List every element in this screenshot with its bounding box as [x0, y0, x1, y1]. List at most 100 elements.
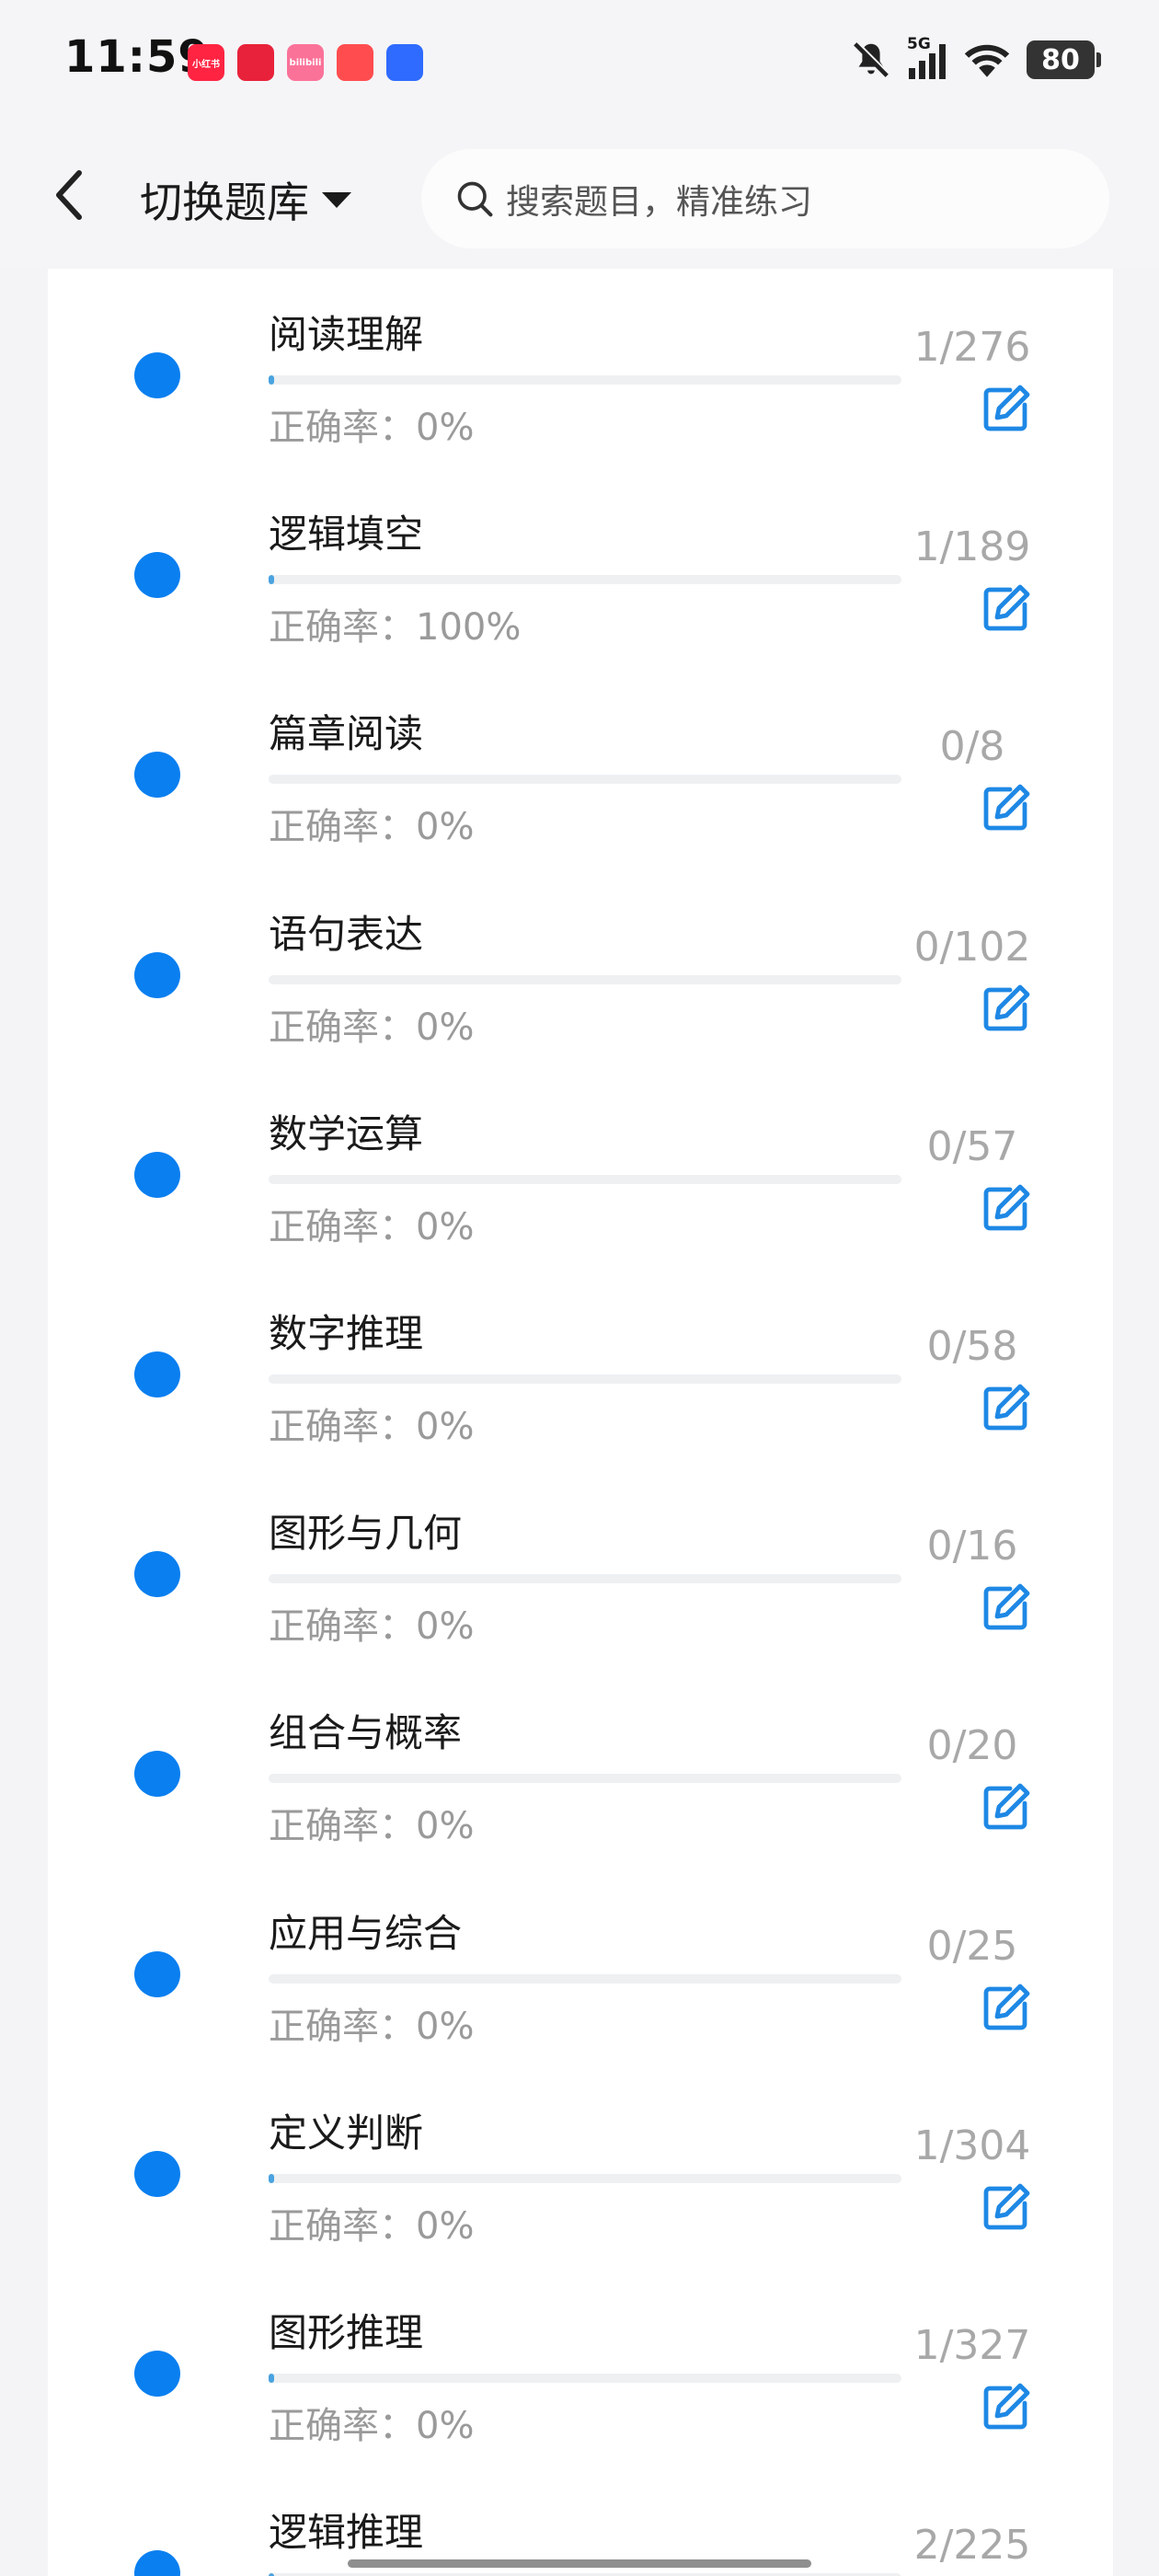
topic-status-dot [134, 1151, 180, 1198]
topic-row[interactable]: 阅读理解 正确率：0% 1/276 [48, 267, 1113, 466]
topic-progress-fill [269, 375, 274, 385]
topic-row[interactable]: 应用与综合 正确率：0% 0/25 [48, 1866, 1113, 2065]
topic-status-dot [134, 1351, 180, 1397]
topic-count: 0/58 [926, 1323, 1018, 1370]
topic-accuracy: 正确率：0% [269, 1205, 475, 1248]
search-placeholder: 搜索题目，精准练习 [506, 182, 812, 222]
practice-edit-button[interactable] [981, 983, 1032, 1034]
topic-title: 数学运算 [269, 1110, 424, 1156]
caret-down-icon [322, 191, 351, 208]
edit-icon [983, 1384, 1030, 1431]
heart-app-icon [237, 44, 274, 81]
topic-status-dot [134, 2150, 180, 2197]
topic-title: 定义判断 [269, 2110, 424, 2156]
notification-app-icons: 小红书 bilibili [188, 44, 423, 81]
topic-progress-bar [269, 1374, 901, 1384]
signal-5g-icon: 5G [907, 35, 947, 81]
topic-accuracy: 正确率：0% [269, 806, 475, 849]
topic-progress-bar [269, 1174, 901, 1184]
topic-title: 组合与概率 [269, 1710, 463, 1756]
bilibili-app-icon: bilibili [287, 44, 324, 81]
topic-count: 1/189 [913, 523, 1031, 571]
topic-row[interactable]: 组合与概率正确率：0% 0/20 [48, 1665, 1113, 1865]
topic-progress-bar [269, 2374, 901, 2383]
search-icon [457, 181, 493, 217]
xiaohongshu-app-icon: 小红书 [188, 44, 224, 81]
topic-count: 1/304 [913, 2122, 1031, 2169]
topic-progress-bar [269, 575, 901, 585]
status-bar: 11:59 小红书 bilibili 5G 80 [0, 0, 1159, 129]
topic-row[interactable]: 图形推理 正确率：0% 1/327 [48, 2265, 1113, 2465]
status-indicators: 5G 80 [850, 35, 1101, 81]
topic-row[interactable]: 数学运算正确率：0% 0/57 [48, 1066, 1113, 1266]
edit-icon [983, 2183, 1030, 2230]
topic-progress-bar [269, 775, 901, 785]
wifi-icon [964, 44, 1010, 77]
topic-accuracy: 正确率：100% [269, 606, 522, 650]
topic-accuracy: 正确率：0% [269, 2204, 475, 2248]
topic-count: 0/57 [926, 1122, 1018, 1170]
practice-edit-button[interactable] [981, 1382, 1032, 1433]
topic-progress-bar [269, 2173, 901, 2183]
header-bar: 切换题库 搜索题目，精准练习 [0, 129, 1159, 269]
topic-row[interactable]: 语句表达正确率：0% 0/102 [48, 867, 1113, 1066]
practice-edit-button[interactable] [981, 2381, 1032, 2432]
topic-title: 语句表达 [269, 911, 424, 957]
topic-count: 0/25 [926, 1922, 1018, 1970]
topic-row[interactable]: 篇章阅读 正确率：0% 0/8 [48, 666, 1113, 866]
topic-title: 阅读理解 [269, 312, 424, 357]
topic-title: 逻辑填空 [269, 512, 424, 558]
topic-status-dot [134, 1551, 180, 1598]
practice-edit-button[interactable] [981, 2181, 1032, 2233]
home-indicator[interactable] [348, 2559, 811, 2568]
chevron-left-icon [56, 170, 82, 220]
practice-edit-button[interactable] [981, 782, 1032, 834]
edit-icon [983, 584, 1030, 631]
topic-count: 0/102 [913, 923, 1031, 971]
topic-status-dot [134, 951, 180, 998]
topic-progress-bar [269, 1574, 901, 1584]
topic-row[interactable]: 图形与几何 正确率：0% 0/16 [48, 1466, 1113, 1665]
practice-edit-button[interactable] [981, 1182, 1032, 1234]
search-input[interactable]: 搜索题目，精准练习 [421, 149, 1109, 248]
topic-row[interactable]: 逻辑填空正确率：100% 1/189 [48, 466, 1113, 666]
edit-icon [983, 2383, 1030, 2430]
practice-edit-button[interactable] [981, 582, 1032, 634]
sail-app-icon [337, 44, 373, 81]
topic-status-dot [134, 752, 180, 799]
battery-indicator: 80 [1027, 40, 1101, 79]
topic-status-dot [134, 1751, 180, 1798]
topic-count: 2/225 [913, 2522, 1031, 2570]
topic-count: 1/327 [913, 2322, 1031, 2369]
topic-status-dot [134, 2550, 180, 2576]
switch-question-bank-label: 切换题库 [140, 178, 309, 227]
topic-status-dot [134, 1950, 180, 1997]
practice-edit-button[interactable] [981, 383, 1032, 434]
edit-icon [983, 1783, 1030, 1830]
practice-edit-button[interactable] [981, 1581, 1032, 1633]
topic-progress-fill [269, 2173, 274, 2183]
topic-accuracy: 正确率：0% [269, 2005, 475, 2048]
topic-accuracy: 正确率：0% [269, 1006, 475, 1049]
switch-question-bank-button[interactable]: 切换题库 [140, 169, 351, 230]
topic-title: 逻辑推理 [269, 2510, 424, 2556]
topic-status-dot [134, 352, 180, 398]
practice-edit-button[interactable] [981, 1781, 1032, 1833]
topic-title: 篇章阅读 [269, 711, 424, 757]
topic-progress-bar [269, 1973, 901, 1984]
shield-app-icon [386, 44, 423, 81]
edit-icon [983, 385, 1030, 431]
topic-title: 图形与几何 [269, 1511, 463, 1557]
topic-count: 0/20 [926, 1722, 1018, 1770]
topic-accuracy: 正确率：0% [269, 407, 475, 449]
edit-icon [983, 784, 1030, 831]
topic-progress-bar [269, 1774, 901, 1784]
topic-row[interactable]: 定义判断正确率：0% 1/304 [48, 2065, 1113, 2265]
topic-accuracy: 正确率：0% [269, 1805, 475, 1848]
topic-row[interactable]: 数字推理 正确率：0% 0/58 [48, 1266, 1113, 1466]
topic-title: 图形推理 [269, 2310, 424, 2355]
edit-icon [983, 1984, 1030, 2030]
back-button[interactable] [52, 166, 88, 224]
practice-edit-button[interactable] [981, 1982, 1032, 2033]
topic-progress-bar [269, 375, 901, 385]
